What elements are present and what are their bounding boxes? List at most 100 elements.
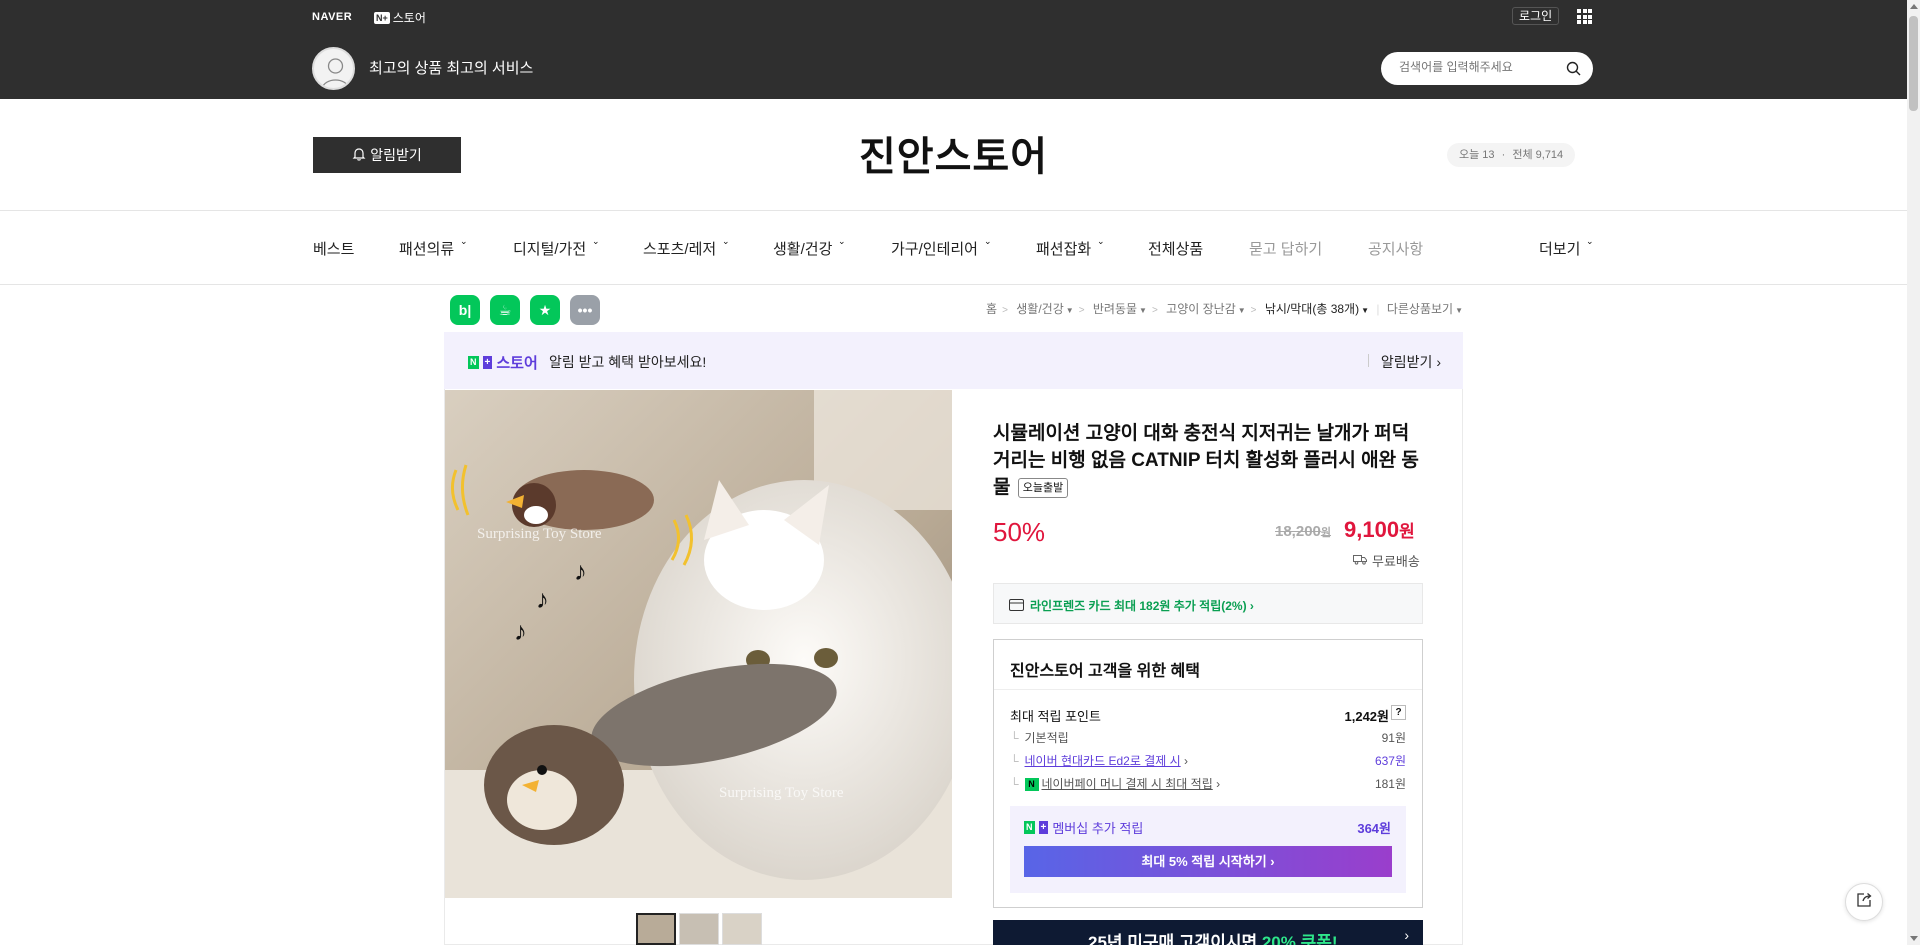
naver-logo[interactable]: NAVER [312,11,352,23]
cafe-share-icon[interactable]: ☕ [490,295,520,325]
card-offer[interactable]: 라인프렌즈 카드 최대 182원 추가 적립(2%) › [993,583,1423,624]
chevron-down-icon: ⌄ [1586,236,1594,246]
top-header: NAVER N+ 스토어 로그인 최고의 상품 최고의 서비스 [0,0,1920,99]
nav-item[interactable]: 디지털/가전 [513,238,586,259]
n-badge: N [468,356,479,369]
grid-icon[interactable] [1577,9,1592,24]
chevron-down-icon: ⌄ [460,236,468,246]
card-point-link[interactable]: 네이버 현대카드 Ed2로 결제 시 [1025,754,1181,768]
breadcrumb: 홈 > 생활/건강 ▼ > 반려동물 ▼ > 고양이 장난감 ▼ > 낚시/막대(총 38개)… [986,302,1463,316]
bookmark-share-icon[interactable]: ★ [530,295,560,325]
more-share-icon[interactable]: ••• [570,295,600,325]
nav-item[interactable]: 베스트 [313,238,354,259]
nplus-store-logo[interactable]: N+ 스토어 [374,9,426,26]
credit-card-icon [1009,598,1024,616]
chevron-down-icon: ⌄ [984,236,992,246]
alarm-promo-bar: N + 스토어 알림 받고 혜택 받아보세요! 알림받기 › [444,332,1463,389]
other-products-dropdown[interactable]: 다른상품보기 ▼ [1387,302,1463,316]
nav-item[interactable]: 묻고 답하기 [1249,238,1322,259]
nav-item[interactable]: 스포츠/레저 [643,238,716,259]
thumbnail-3[interactable] [722,913,762,945]
nplus-store-logo: N + 스토어 [468,352,538,373]
divider [0,284,1907,285]
plus-badge: + [1038,821,1049,834]
truck-icon [1353,553,1368,568]
visitor-count: 오늘 13 · 전체 9,714 [1447,143,1576,167]
membership-value: 364원 [1357,821,1391,836]
nav-item[interactable]: 패션의류 [399,238,454,259]
coupon-banner-text: 25년 미구매 고객이시면 20% 쿠폰! [1088,933,1338,945]
blog-share-icon[interactable]: b| [450,295,480,325]
chevron-down-icon: ⌄ [592,236,600,246]
thumbnail-1[interactable] [636,913,676,945]
search-box[interactable] [1381,52,1593,85]
membership-start-button[interactable]: 최대 5% 적립 시작하기 › [1024,846,1392,877]
search-icon[interactable] [1566,61,1581,81]
nav-item[interactable]: 생활/건강 [773,238,832,259]
visits-today: 오늘 13 [1459,149,1495,161]
benefit-box: 진안스토어 고객을 위한 혜택 최대 적립 포인트 1,242원 ? └ 기본적립… [993,639,1423,908]
npay-point-link[interactable]: 네이버페이 머니 결제 시 최대 적립 [1042,777,1213,791]
benefit-heading: 진안스토어 고객을 위한 혜택 [1010,663,1200,680]
basic-point-value: 91원 [1381,731,1406,745]
membership-box: N + 멤버십 추가 적립 364원 최대 5% 적립 시작하기 › [1010,806,1406,893]
breadcrumb-current[interactable]: 낚시/막대(총 38개) ▼ [1265,302,1369,316]
chevron-down-icon: ⌄ [838,236,846,246]
nav-item[interactable]: 공지사항 [1368,238,1423,259]
shipping-label: 무료배송 [1372,554,1420,569]
svg-text:♪: ♪ [536,584,549,614]
chevron-down-icon: ⌄ [1097,236,1105,246]
image-watermark: Surprising Toy Store [477,526,602,542]
nav-item[interactable]: 더보기 [1539,238,1580,259]
scroll-thumb[interactable] [1909,16,1918,111]
category-nav: 베스트 패션의류 ⌄ 디지털/가전 ⌄ 스포츠/레저 ⌄ 생활/건강 ⌄ 가구/인테리어 ⌄ 패션잡화… [313,236,1594,259]
store-tagline: 최고의 상품 최고의 서비스 [369,60,534,77]
card-offer-text: 라인프렌즈 카드 최대 182원 추가 적립(2%) › [1030,599,1254,613]
scroll-down-arrow[interactable] [1910,936,1918,941]
scroll-up-arrow[interactable] [1910,4,1918,9]
sale-price: 9,100원 [1344,517,1415,542]
share-button[interactable] [1845,883,1883,921]
help-icon[interactable]: ? [1391,705,1406,720]
npay-point-value: 181원 [1374,777,1406,791]
max-point-row: 최대 적립 포인트 1,242원 ? [1010,705,1406,725]
share-icon [1855,891,1873,914]
discount-rate: 50% [993,517,1046,547]
n-badge: N [1024,821,1035,834]
page-scrollbar[interactable] [1907,0,1920,945]
nplus-badge: N+ [374,11,390,24]
promo-text: 알림 받고 혜택 받아보세요! [549,354,707,370]
store-title[interactable]: 진안스토어 [0,124,1907,182]
nav-item[interactable]: 전체상품 [1148,238,1203,259]
breadcrumb-home[interactable]: 홈 [986,302,997,316]
store-word: 스토어 [496,355,538,372]
npay-point-row: └ N 네이버페이 머니 결제 시 최대 적립 › 181원 [1010,777,1406,792]
max-point-value: 1,242원 [1344,709,1390,724]
breadcrumb-category-1[interactable]: 생활/건강 ▼ [1016,302,1073,316]
divider [0,210,1907,211]
original-price: 18,200원 [1275,523,1332,540]
chevron-down-icon: ⌄ [722,236,730,246]
thumbnail-2[interactable] [679,913,719,945]
divider [994,689,1422,690]
breadcrumb-category-2[interactable]: 반려동물 ▼ [1093,302,1147,316]
npay-icon: N [1024,778,1039,792]
login-button[interactable]: 로그인 [1512,7,1560,25]
search-input[interactable] [1399,60,1559,74]
svg-text:♪: ♪ [514,616,527,646]
product-title: 시뮬레이션 고양이 대화 충전식 지저귀는 날개가 퍼덕거리는 비행 없음 CA… [993,420,1426,501]
svg-text:♪: ♪ [574,556,587,586]
promo-alarm-link[interactable]: 알림받기 › [1367,352,1441,372]
breadcrumb-category-3[interactable]: 고양이 장난감 ▼ [1166,302,1246,316]
image-watermark: Surprising Toy Store [719,785,844,801]
nav-item[interactable]: 가구/인테리어 [891,238,978,259]
nplus-store-label: 스토어 [392,11,426,25]
max-point-label: 최대 적립 포인트 [1010,709,1101,724]
shipping-info: 무료배송 [1353,551,1420,570]
store-avatar[interactable] [312,47,355,90]
visits-total: 전체 9,714 [1512,149,1564,161]
product-main-image[interactable]: ♪ ♪ ♪ Surprising Toy Store Surprising To… [444,390,952,898]
nav-item[interactable]: 패션잡화 [1036,238,1091,259]
plus-badge: + [482,356,493,369]
coupon-banner[interactable]: 25년 미구매 고객이시면 20% 쿠폰! › [993,920,1423,945]
